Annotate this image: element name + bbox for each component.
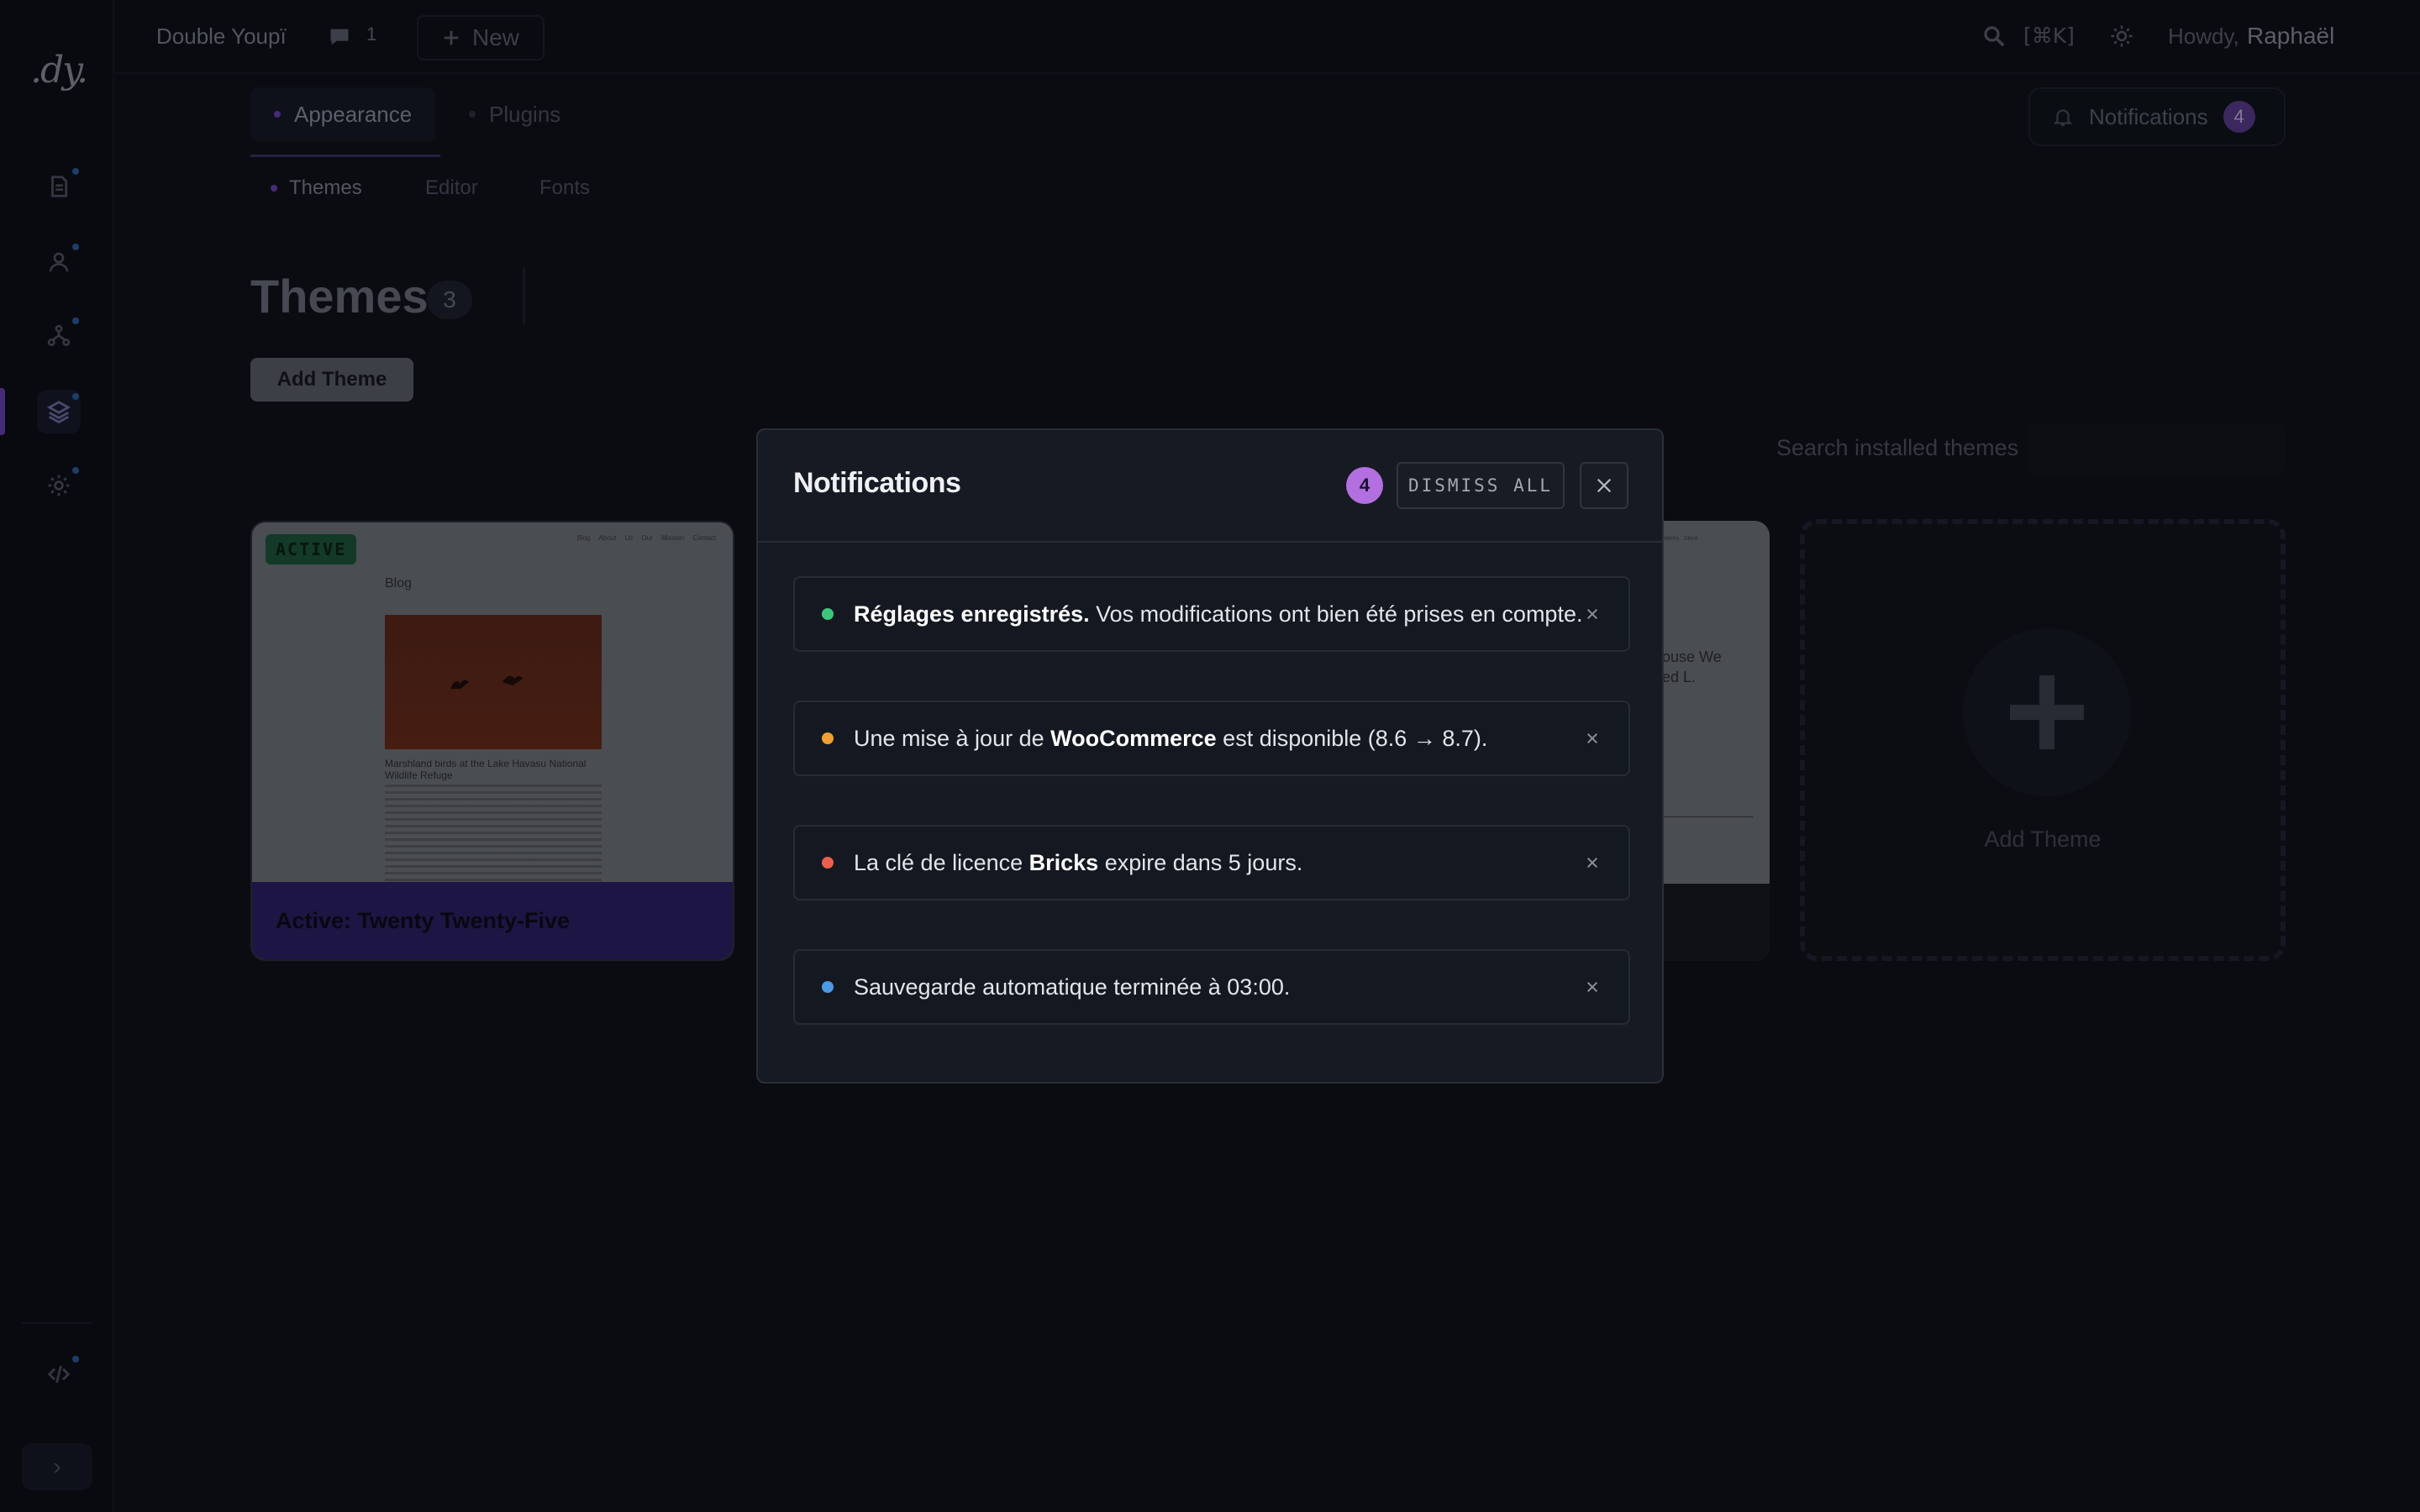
dismiss-notification-button[interactable] xyxy=(1581,976,1603,998)
close-icon xyxy=(1597,478,1612,493)
warning-status-dot xyxy=(822,732,834,744)
notification-text: Sauvegarde automatique terminée à 03:00. xyxy=(854,974,1291,1000)
info-status-dot xyxy=(822,981,834,993)
close-icon xyxy=(1586,608,1598,620)
notifications-modal: Notifications 4 DISMISS ALL Réglages enr… xyxy=(756,428,1664,1084)
error-status-dot xyxy=(822,857,834,869)
modal-header: Notifications 4 DISMISS ALL xyxy=(758,430,1662,543)
notification-item: La clé de licence Bricks expire dans 5 j… xyxy=(793,825,1630,900)
notification-item: Sauvegarde automatique terminée à 03:00. xyxy=(793,949,1630,1025)
dismiss-notification-button[interactable] xyxy=(1581,727,1603,749)
dismiss-all-button[interactable]: DISMISS ALL xyxy=(1397,462,1565,509)
dismiss-notification-button[interactable] xyxy=(1581,852,1603,874)
close-icon xyxy=(1586,981,1598,993)
modal-title: Notifications xyxy=(793,467,961,499)
close-icon xyxy=(1586,732,1598,744)
notification-item: Une mise à jour de WooCommerce est dispo… xyxy=(793,701,1630,776)
notification-text: La clé de licence Bricks expire dans 5 j… xyxy=(854,849,1303,875)
dismiss-notification-button[interactable] xyxy=(1581,603,1603,625)
notification-count-badge: 4 xyxy=(1346,467,1383,504)
notification-text: Une mise à jour de WooCommerce est dispo… xyxy=(854,725,1488,751)
success-status-dot xyxy=(822,608,834,620)
close-modal-button[interactable] xyxy=(1580,462,1628,509)
notification-text: Réglages enregistrés. Vos modifications … xyxy=(854,601,1583,627)
close-icon xyxy=(1586,857,1598,869)
notification-item: Réglages enregistrés. Vos modifications … xyxy=(793,576,1630,652)
